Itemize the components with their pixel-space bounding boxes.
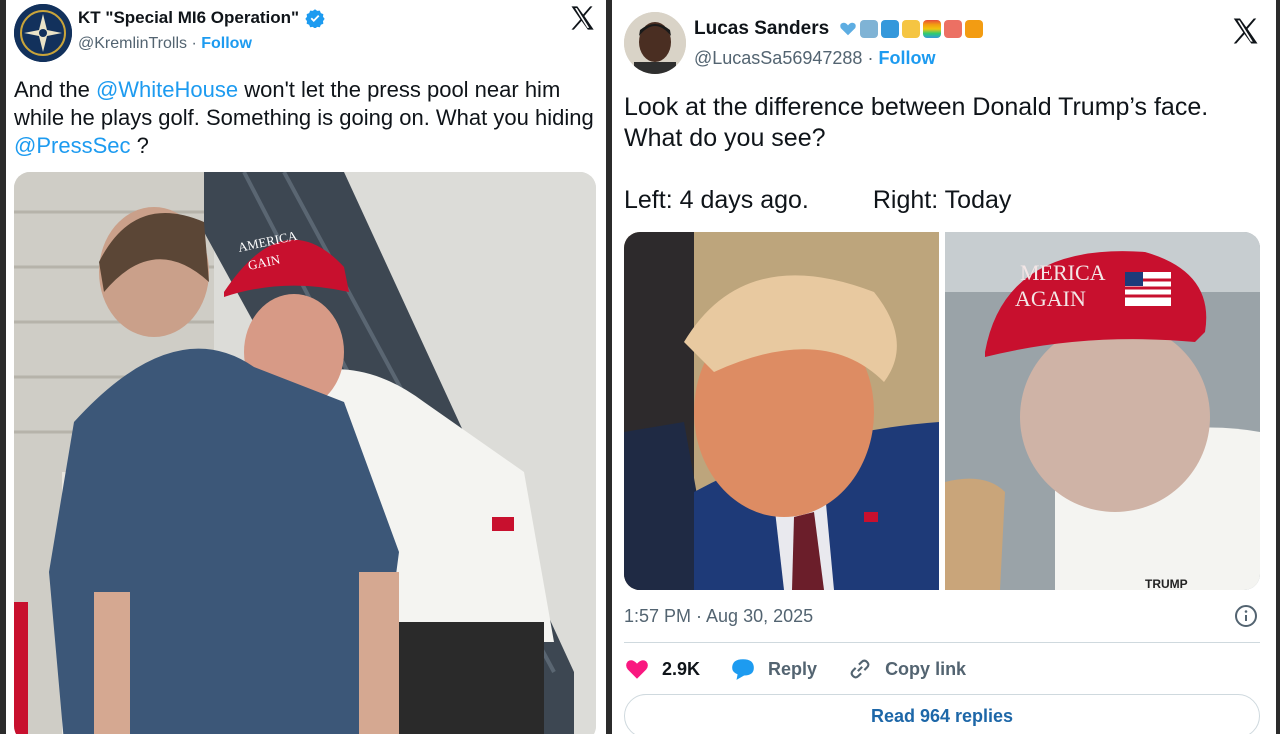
comparison-caption: Left: 4 days ago. Right: Today bbox=[624, 186, 1011, 215]
womens-room-icon bbox=[944, 20, 963, 38]
text-part: ? bbox=[130, 133, 149, 159]
like-count: 2.9K bbox=[662, 658, 701, 679]
like-button[interactable]: 2.9K bbox=[624, 656, 700, 682]
author-name-row: KT "Special MI6 Operation" bbox=[78, 8, 325, 28]
author-name-row: Lucas Sanders bbox=[694, 18, 984, 40]
suit-photo-illustration bbox=[624, 232, 939, 590]
verified-badge-icon bbox=[305, 9, 325, 28]
action-bar: 2.9K Reply Copy link bbox=[624, 656, 966, 682]
golf-photo-illustration: AMERICA GAIN bbox=[14, 172, 596, 734]
shirt-text: TRUMP bbox=[1145, 577, 1188, 590]
photo-right[interactable]: MERICA AGAIN TRUMP bbox=[945, 232, 1260, 590]
tweet-photo-grid: MERICA AGAIN TRUMP bbox=[624, 232, 1260, 590]
tweet-text: Look at the difference between Donald Tr… bbox=[624, 93, 1209, 153]
reply-label: Reply bbox=[768, 658, 818, 679]
avatar[interactable] bbox=[624, 12, 686, 74]
link-icon bbox=[850, 659, 870, 679]
rainbow-icon bbox=[923, 20, 942, 38]
tweet-text: And the @WhiteHouse won't let the press … bbox=[14, 76, 594, 160]
display-name[interactable]: Lucas Sanders bbox=[694, 18, 829, 40]
emoji-strip bbox=[839, 20, 984, 38]
handle-row: @LucasSa56947288 · Follow bbox=[694, 48, 935, 69]
follow-button[interactable]: Follow bbox=[878, 48, 935, 68]
handle[interactable]: @KremlinTrolls bbox=[78, 35, 187, 52]
profile-photo-illustration bbox=[624, 12, 686, 74]
computer-icon bbox=[860, 20, 879, 38]
tweet-timestamp[interactable]: 1:57 PM · Aug 30, 2025 bbox=[624, 606, 813, 627]
reply-button[interactable]: Reply bbox=[730, 656, 817, 682]
emblem-icon bbox=[14, 4, 72, 62]
copy-link-button[interactable]: Copy link bbox=[847, 656, 966, 682]
tweet-card-left: KT "Special MI6 Operation" @KremlinTroll… bbox=[6, 0, 606, 734]
separator: · bbox=[867, 48, 874, 68]
handle[interactable]: @LucasSa56947288 bbox=[694, 48, 862, 68]
heart-icon bbox=[626, 660, 648, 679]
divider bbox=[624, 642, 1260, 643]
caption-right: Right: Today bbox=[872, 186, 1012, 214]
photo-left[interactable] bbox=[624, 232, 939, 590]
tweet-card-right: Lucas Sanders @LucasSa56947288 · Follow … bbox=[612, 0, 1276, 734]
mention-whitehouse[interactable]: @WhiteHouse bbox=[96, 77, 238, 102]
hat-text: AGAIN bbox=[1015, 286, 1086, 311]
x-logo-icon[interactable] bbox=[568, 4, 596, 32]
separator: · bbox=[191, 35, 197, 52]
follow-button[interactable]: Follow bbox=[201, 35, 252, 52]
hat-text: MERICA bbox=[1020, 260, 1106, 285]
tweet-photo[interactable]: AMERICA GAIN bbox=[14, 172, 596, 734]
hat-photo-illustration: MERICA AGAIN TRUMP bbox=[945, 232, 1260, 590]
caption-left: Left: 4 days ago. bbox=[624, 186, 809, 214]
blue-heart-icon bbox=[840, 22, 856, 36]
flexed-biceps-icon bbox=[902, 20, 921, 38]
read-replies-button[interactable]: Read 964 replies bbox=[624, 694, 1260, 734]
text-part: And the bbox=[14, 77, 96, 102]
copy-link-label: Copy link bbox=[885, 658, 967, 679]
reply-bubble-icon bbox=[732, 659, 754, 680]
mention-presssec[interactable]: @PressSec bbox=[14, 133, 130, 158]
info-icon[interactable] bbox=[1234, 604, 1258, 628]
x-logo-icon[interactable] bbox=[1230, 16, 1260, 46]
wave-icon bbox=[881, 20, 900, 38]
avatar[interactable] bbox=[14, 4, 72, 62]
display-name[interactable]: KT "Special MI6 Operation" bbox=[78, 8, 299, 28]
orange-square-icon bbox=[965, 20, 984, 38]
handle-row: @KremlinTrolls · Follow bbox=[78, 35, 252, 53]
